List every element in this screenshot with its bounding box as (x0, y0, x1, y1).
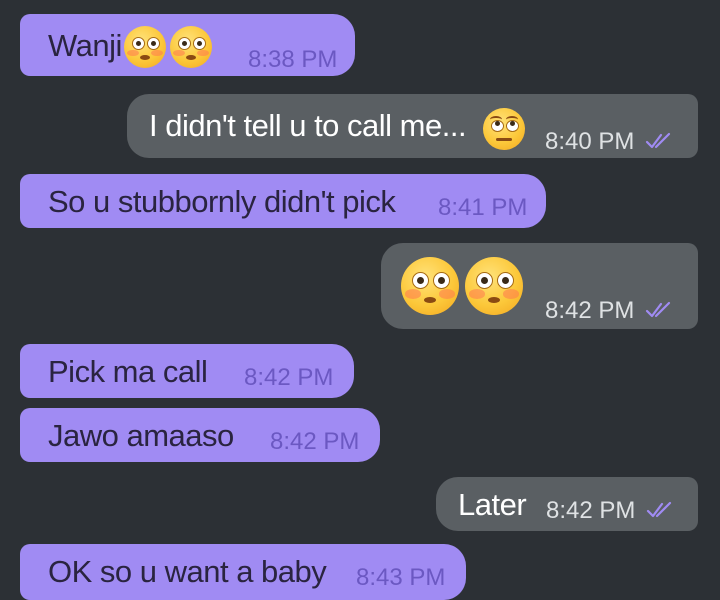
message-text: Later (458, 487, 527, 522)
message-bubble-incoming[interactable]: Pick ma call 8:42 PM (20, 344, 354, 398)
message-bubble-outgoing[interactable]: 8:42 PM (381, 243, 698, 329)
message-text: OK so u want a baby (48, 554, 327, 589)
read-receipt-icon (645, 132, 671, 149)
message-timestamp: 8:42 PM (244, 364, 334, 391)
message-text: So u stubbornly didn't pick (48, 184, 396, 219)
read-receipt-icon (646, 501, 672, 518)
message-text: Pick ma call (48, 354, 208, 389)
message-timestamp: 8:42 PM (545, 297, 635, 324)
flushed-face-icon (465, 257, 523, 315)
message-text: Jawo amaaso (48, 418, 234, 453)
message-bubble-outgoing[interactable]: Later 8:42 PM (436, 477, 698, 531)
message-timestamp: 8:41 PM (438, 194, 528, 221)
flushed-face-icon (401, 257, 459, 315)
message-text: Wanji (48, 28, 122, 63)
flushed-face-icon (124, 26, 166, 68)
message-timestamp: 8:43 PM (356, 564, 446, 591)
message-timestamp: 8:38 PM (248, 46, 338, 73)
face-with-rolling-eyes-icon (483, 108, 525, 150)
message-bubble-incoming[interactable]: Jawo amaaso 8:42 PM (20, 408, 380, 462)
message-bubble-incoming[interactable]: Wanji 8:38 PM (20, 14, 355, 76)
message-bubble-incoming[interactable]: OK so u want a baby 8:43 PM (20, 544, 466, 600)
message-timestamp: 8:42 PM (270, 428, 360, 455)
message-bubble-incoming[interactable]: So u stubbornly didn't pick 8:41 PM (20, 174, 546, 228)
flushed-face-icon (170, 26, 212, 68)
message-timestamp: 8:40 PM (545, 128, 635, 155)
message-text: I didn't tell u to call me... (149, 108, 467, 143)
read-receipt-icon (645, 301, 671, 318)
message-bubble-outgoing[interactable]: I didn't tell u to call me... 8:40 PM (127, 94, 698, 158)
message-timestamp: 8:42 PM (546, 497, 636, 524)
